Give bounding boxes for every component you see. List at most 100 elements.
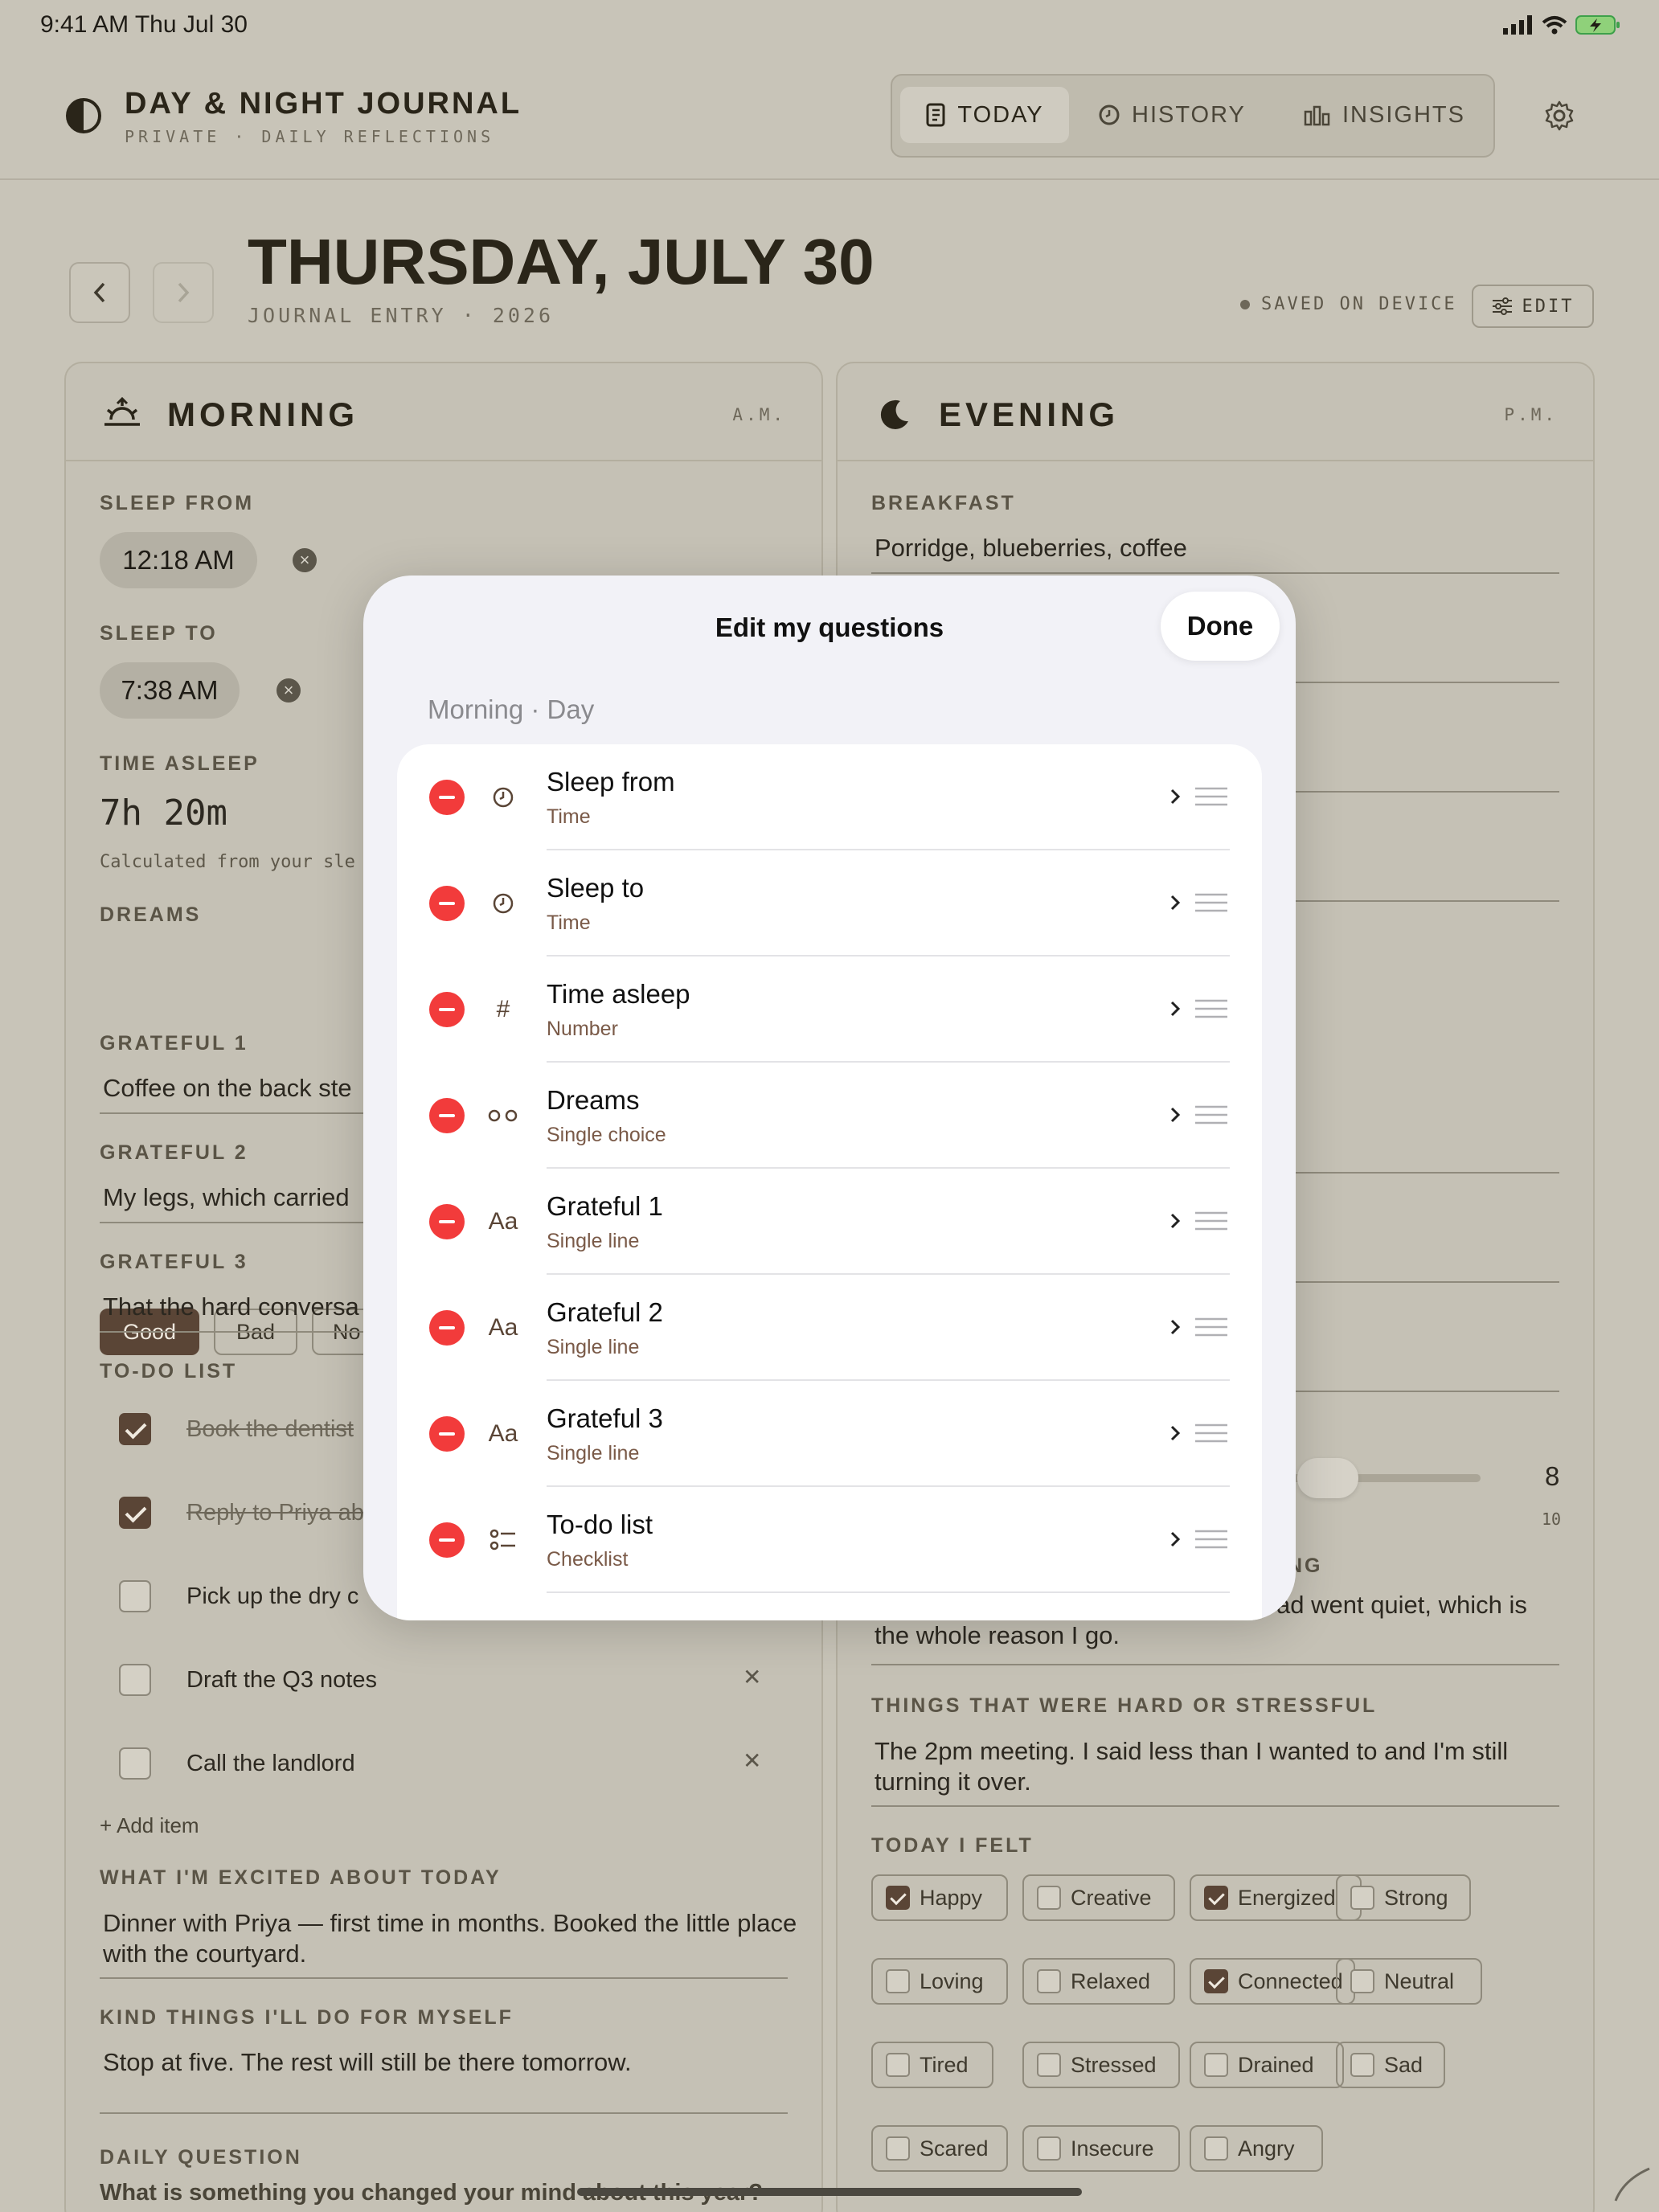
previous-day-button[interactable]: [69, 262, 130, 323]
delete-sleep-to-button[interactable]: [429, 886, 465, 921]
done-button[interactable]: Done: [1161, 592, 1280, 661]
todo-label: TO-DO LIST: [100, 1360, 238, 1382]
chevron-right-icon[interactable]: [1167, 784, 1183, 809]
feeling-checkbox: [1204, 1969, 1228, 1993]
todo-checkbox-1[interactable]: [119, 1413, 151, 1445]
delete-grateful-1-button[interactable]: [429, 1204, 465, 1239]
feeling-checkbox: [1350, 2053, 1374, 2077]
sleep-from-label: SLEEP FROM: [100, 492, 255, 514]
time-asleep-label: TIME ASLEEP: [100, 752, 260, 775]
drag-handle-icon[interactable]: [1194, 1210, 1228, 1231]
question-type: Checklist: [547, 1548, 629, 1571]
field-underline-2: [1288, 791, 1559, 793]
sleep-to-label: SLEEP TO: [100, 622, 218, 645]
delete-grateful-3-button[interactable]: [429, 1416, 465, 1452]
todo-checkbox-5[interactable]: [119, 1747, 151, 1780]
drag-handle-icon[interactable]: [1194, 892, 1228, 913]
app-header: DAY & NIGHT JOURNAL PRIVATE · DAILY REFL…: [0, 51, 1659, 180]
drag-handle-icon[interactable]: [1194, 1529, 1228, 1550]
feeling-checkbox: [1204, 1886, 1228, 1910]
feeling-chip-neutral[interactable]: Neutral: [1336, 1958, 1482, 2005]
feeling-checkbox: [1350, 1886, 1374, 1910]
breakfast-input[interactable]: Porridge, blueberries, coffee: [875, 534, 1187, 563]
tab-today-label: TODAY: [957, 101, 1044, 128]
question-row[interactable]: Dreams Single choice: [397, 1063, 1262, 1169]
sleep-from-time[interactable]: 12:18 AM: [100, 532, 257, 588]
excited-input[interactable]: Dinner with Priya — first time in months…: [103, 1908, 802, 1969]
feeling-chip-loving[interactable]: Loving: [871, 1958, 1008, 2005]
chevron-right-icon[interactable]: [1167, 1421, 1183, 1445]
delete-grateful-2-button[interactable]: [429, 1310, 465, 1346]
sleep-to-time[interactable]: 7:38 AM: [100, 662, 240, 719]
question-row[interactable]: Sleep to Time: [397, 850, 1262, 956]
question-row[interactable]: To-do list Checklist: [397, 1487, 1262, 1593]
chevron-right-icon[interactable]: [1167, 891, 1183, 915]
feeling-chip-happy[interactable]: Happy: [871, 1874, 1008, 1921]
question-row[interactable]: Sleep from Time: [397, 744, 1262, 850]
drag-handle-icon[interactable]: [1194, 1317, 1228, 1337]
question-name: Grateful 1: [547, 1191, 663, 1221]
chevron-right-icon[interactable]: [1167, 997, 1183, 1021]
todo-checkbox-3[interactable]: [119, 1580, 151, 1612]
half-moon-logo-icon: [66, 98, 101, 133]
tab-insights[interactable]: INSIGHTS: [1304, 87, 1465, 143]
kind-label: KIND THINGS I'LL DO FOR MYSELF: [100, 2006, 514, 2029]
field-underline-4: [1288, 1172, 1559, 1174]
clear-sleep-from-icon[interactable]: ×: [293, 548, 317, 572]
next-day-button[interactable]: [153, 262, 214, 323]
chevron-right-icon[interactable]: [1167, 1209, 1183, 1233]
feeling-chip-relaxed[interactable]: Relaxed: [1022, 1958, 1175, 2005]
feeling-chip-strong[interactable]: Strong: [1336, 1874, 1471, 1921]
tab-history[interactable]: HISTORY: [1098, 87, 1246, 143]
feeling-label: Connected: [1238, 1968, 1343, 1993]
feeling-chip-stressed[interactable]: Stressed: [1022, 2042, 1180, 2088]
delete-sleep-from-button[interactable]: [429, 780, 465, 815]
feeling-chip-angry[interactable]: Angry: [1190, 2125, 1323, 2172]
clear-sleep-to-icon[interactable]: ×: [276, 678, 301, 703]
delete-time-asleep-button[interactable]: [429, 992, 465, 1027]
drag-handle-icon[interactable]: [1194, 786, 1228, 807]
todo-item-5[interactable]: Call the landlord: [186, 1751, 355, 1777]
saved-label: SAVED ON DEVICE: [1261, 294, 1457, 314]
drag-handle-icon[interactable]: [1194, 1104, 1228, 1125]
question-row[interactable]: Aa Grateful 1 Single line: [397, 1169, 1262, 1275]
feeling-chip-scared[interactable]: Scared: [871, 2125, 1008, 2172]
feeling-chip-connected[interactable]: Connected: [1190, 1958, 1355, 2005]
clock-icon: [485, 886, 521, 921]
question-row[interactable]: # Time asleep Number: [397, 956, 1262, 1063]
feeling-chip-tired[interactable]: Tired: [871, 2042, 993, 2088]
question-row[interactable]: Aa Grateful 2 Single line: [397, 1275, 1262, 1381]
moon-icon: [880, 399, 908, 429]
feeling-chip-drained[interactable]: Drained: [1190, 2042, 1344, 2088]
hard-input[interactable]: The 2pm meeting. I said less than I want…: [875, 1736, 1566, 1797]
feeling-label: Insecure: [1071, 2136, 1154, 2161]
journal-icon: [926, 103, 945, 127]
felt-label: TODAY I FELT: [871, 1834, 1034, 1857]
drag-handle-icon[interactable]: [1194, 1423, 1228, 1444]
edit-button[interactable]: EDIT: [1472, 285, 1594, 328]
delete-dreams-button[interactable]: [429, 1098, 465, 1133]
app-subtitle: PRIVATE · DAILY REFLECTIONS: [125, 127, 495, 146]
drag-handle-icon[interactable]: [1194, 998, 1228, 1019]
chevron-right-icon[interactable]: [1167, 1103, 1183, 1127]
remove-todo-4-icon[interactable]: ✕: [743, 1664, 761, 1690]
feeling-chip-sad[interactable]: Sad: [1336, 2042, 1445, 2088]
kind-input[interactable]: Stop at five. The rest will still be the…: [103, 2048, 632, 2077]
feeling-label: Drained: [1238, 2052, 1314, 2077]
feeling-chip-creative[interactable]: Creative: [1022, 1874, 1175, 1921]
remove-todo-5-icon[interactable]: ✕: [743, 1747, 761, 1774]
mood-slider-handle[interactable]: [1297, 1458, 1358, 1498]
todo-checkbox-4[interactable]: [119, 1664, 151, 1696]
todo-checkbox-2[interactable]: [119, 1497, 151, 1529]
todo-item-4[interactable]: Draft the Q3 notes: [186, 1667, 377, 1694]
chevron-right-icon[interactable]: [1167, 1527, 1183, 1551]
chevron-right-icon[interactable]: [1167, 1315, 1183, 1339]
tab-today[interactable]: TODAY: [900, 87, 1069, 143]
gear-icon[interactable]: [1543, 100, 1575, 132]
home-indicator[interactable]: [577, 2188, 1082, 2196]
question-row[interactable]: Aa Grateful 3 Single line: [397, 1381, 1262, 1487]
delete-to-do-list-button[interactable]: [429, 1522, 465, 1558]
feeling-chip-insecure[interactable]: Insecure: [1022, 2125, 1180, 2172]
add-item-button[interactable]: + Add item: [100, 1813, 199, 1838]
clock-icon: [485, 780, 521, 815]
